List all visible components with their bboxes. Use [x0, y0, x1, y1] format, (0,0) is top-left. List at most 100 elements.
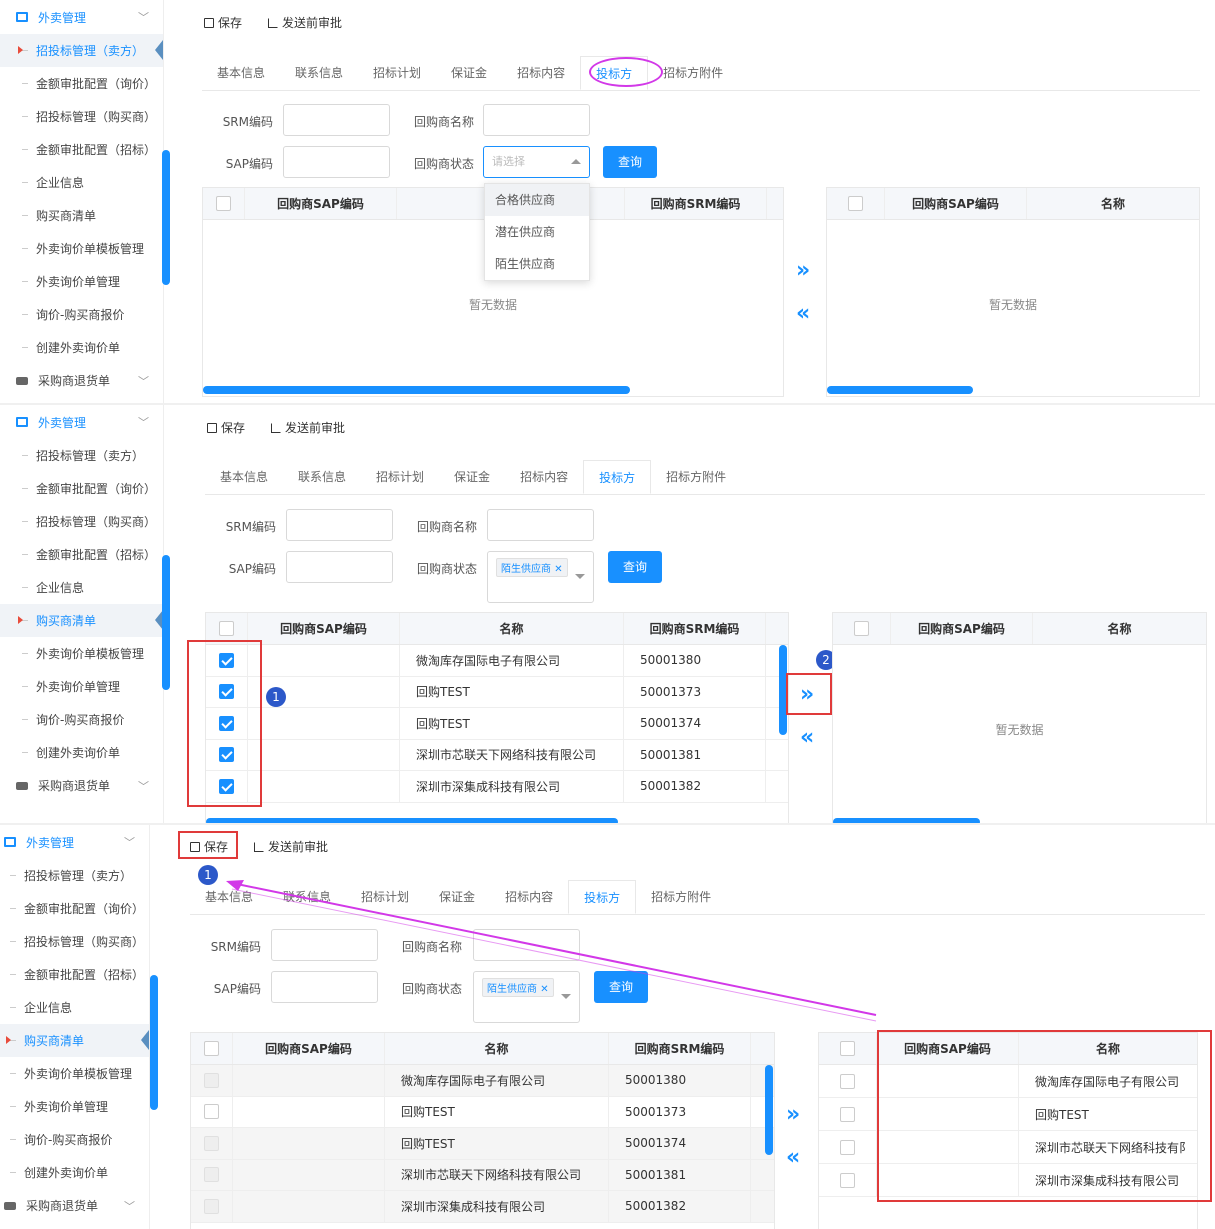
submit-approval-button[interactable]: 发送前审批 [264, 12, 346, 33]
sidebar-item[interactable]: 询价-购买商报价 [0, 298, 163, 331]
truck-icon [16, 781, 28, 790]
right-grid: 回购商SAP编码 名称 暂无数据 [832, 612, 1207, 825]
col-sap: 回购商SAP编码 [248, 613, 400, 644]
sidebar-item[interactable]: 金额审批配置（招标） [0, 538, 163, 571]
sidebar-item[interactable]: 外卖询价单管理 [0, 670, 163, 703]
srm-input[interactable] [283, 104, 390, 136]
toolbar: 保存 发送前审批 [200, 12, 346, 33]
col-sap: 回购商SAP编码 [885, 188, 1027, 219]
sidebar-item[interactable]: 金额审批配置（招标） [0, 133, 163, 166]
move-left-icon[interactable]: « [796, 303, 810, 325]
sidebar-item[interactable]: 创建外卖询价单 [0, 331, 163, 364]
name-input[interactable] [487, 509, 594, 541]
tab-plan[interactable]: 招标计划 [361, 460, 439, 494]
query-button[interactable]: 查询 [603, 146, 657, 178]
right-grid: 回购商SAP编码 名称 暂无数据 [826, 187, 1200, 397]
sidebar-item[interactable]: 招投标管理（购买商） [0, 100, 163, 133]
status-select[interactable]: 请选择 [483, 146, 590, 178]
name-label: 回购商名称 [413, 115, 474, 129]
sidebar: 外卖管理 ﹀ 招投标管理（卖方） 金额审批配置（询价） 招投标管理（购买商） 金额… [0, 405, 164, 825]
tab-attachments[interactable]: 招标方附件 [651, 460, 741, 494]
select-all-checkbox[interactable] [854, 621, 869, 636]
sidebar-item[interactable]: 招投标管理（卖方） [0, 34, 163, 67]
srm-label: SRM编码 [222, 115, 273, 129]
sidebar-footer-item[interactable]: 采购商退货单 ﹀ [0, 364, 163, 397]
status-label: 回购商状态 [413, 157, 474, 171]
move-right-icon[interactable]: » [800, 684, 814, 706]
tab-content[interactable]: 招标内容 [502, 56, 580, 90]
tab-contact[interactable]: 联系信息 [283, 460, 361, 494]
select-all-checkbox[interactable] [216, 196, 231, 211]
sidebar-item[interactable]: 企业信息 [0, 166, 163, 199]
status-tag: 陌生供应商 ✕ [496, 558, 568, 577]
sidebar-item[interactable]: 外卖询价单模板管理 [0, 637, 163, 670]
sidebar-item[interactable]: 创建外卖询价单 [0, 736, 163, 769]
col-srm: 回购商SRM编码 [625, 188, 767, 219]
sap-input[interactable] [286, 551, 393, 583]
monitor-icon [16, 417, 28, 427]
save-button[interactable]: 保存 [203, 417, 249, 438]
select-all-checkbox[interactable] [219, 621, 234, 636]
horizontal-scrollbar[interactable] [827, 386, 973, 394]
sidebar-item[interactable]: 外卖询价单模板管理 [0, 232, 163, 265]
sidebar-item[interactable]: 金额审批配置（询价） [0, 67, 163, 100]
chevron-down-icon: ﹀ [138, 11, 149, 24]
sidebar-item[interactable]: 购买商清单 [0, 604, 163, 637]
move-right-icon[interactable]: » [796, 260, 810, 282]
table-row[interactable]: 深圳市芯联天下网络科技有限公司 50001381 [206, 739, 788, 771]
option-potential[interactable]: 潜在供应商 [485, 216, 589, 248]
tab-deposit[interactable]: 保证金 [436, 56, 502, 90]
toolbar: 保存 发送前审批 [203, 417, 349, 438]
save-button[interactable]: 保存 [200, 12, 246, 33]
tab-plan[interactable]: 招标计划 [358, 56, 436, 90]
submit-approval-button[interactable]: 发送前审批 [267, 417, 349, 438]
horizontal-scrollbar[interactable] [203, 386, 630, 394]
sidebar-item[interactable]: 招投标管理（购买商） [0, 505, 163, 538]
sidebar-item[interactable]: 企业信息 [0, 571, 163, 604]
tab-content[interactable]: 招标内容 [505, 460, 583, 494]
sidebar-item[interactable]: 金额审批配置（询价） [0, 472, 163, 505]
highlight-ellipse [589, 57, 663, 87]
status-select[interactable]: 陌生供应商 ✕ [487, 551, 594, 603]
table-row[interactable]: 回购TEST 50001373 [206, 676, 788, 708]
tab-deposit[interactable]: 保证金 [439, 460, 505, 494]
tab-contact[interactable]: 联系信息 [280, 56, 358, 90]
empty-text: 暂无数据 [995, 723, 1044, 737]
table-row[interactable]: 深圳市深集成科技有限公司 50001382 [206, 771, 788, 803]
grid-header: 回购商SAP编码 名称 回购商SRM编码 [206, 613, 788, 645]
tab-basic-info[interactable]: 基本信息 [205, 460, 283, 494]
tab-basic-info[interactable]: 基本信息 [202, 56, 280, 90]
move-left-icon[interactable]: « [800, 727, 814, 749]
table-row[interactable]: 回购TEST 50001374 [206, 708, 788, 740]
sidebar-item[interactable]: 询价-购买商报价 [0, 703, 163, 736]
active-indicator-icon [18, 616, 23, 624]
sap-input[interactable] [283, 146, 390, 178]
sidebar-section-header[interactable]: 外卖管理 ﹀ [0, 0, 163, 34]
sidebar-scrollbar[interactable] [162, 150, 170, 285]
sidebar-item[interactable]: 购买商清单 [0, 199, 163, 232]
empty-text: 暂无数据 [468, 298, 517, 312]
status-label: 回购商状态 [416, 562, 477, 576]
name-input[interactable] [483, 104, 590, 136]
sidebar-section-header[interactable]: 外卖管理 ﹀ [0, 405, 163, 439]
sidebar-scrollbar[interactable] [162, 555, 170, 690]
sidebar-footer-item[interactable]: 采购商退货单 ﹀ [0, 769, 163, 802]
option-qualified[interactable]: 合格供应商 [485, 184, 589, 216]
srm-input[interactable] [286, 509, 393, 541]
col-sap: 回购商SAP编码 [245, 188, 397, 219]
sidebar: 外卖管理 ﹀ 招投标管理（卖方） 金额审批配置（询价） 招投标管理（购买商） 金额… [0, 0, 164, 405]
close-icon[interactable]: ✕ [554, 564, 562, 575]
tab-bidders[interactable]: 投标方 [583, 460, 652, 494]
sidebar-item[interactable]: 招投标管理（卖方） [0, 439, 163, 472]
select-all-checkbox[interactable] [848, 196, 863, 211]
table-row[interactable]: 微淘库存国际电子有限公司 50001380 [206, 645, 788, 677]
col-name: 名称 [1100, 197, 1125, 211]
tab-bar: 基本信息 联系信息 招标计划 保证金 招标内容 投标方 招标方附件 [202, 56, 1200, 91]
left-grid: 回购商SAP编码 名称 回购商SRM编码 微淘库存国际电子有限公司 500013… [205, 612, 789, 825]
panel-step-save: 外卖管理 ﹀ 招投标管理（卖方） 金额审批配置（询价） 招投标管理（购买商） 金额… [0, 825, 1215, 1229]
query-button[interactable]: 查询 [608, 551, 662, 583]
empty-text: 暂无数据 [988, 298, 1037, 312]
sidebar-item[interactable]: 外卖询价单管理 [0, 265, 163, 298]
option-stranger[interactable]: 陌生供应商 [485, 248, 589, 280]
col-srm: 回购商SRM编码 [624, 613, 766, 644]
